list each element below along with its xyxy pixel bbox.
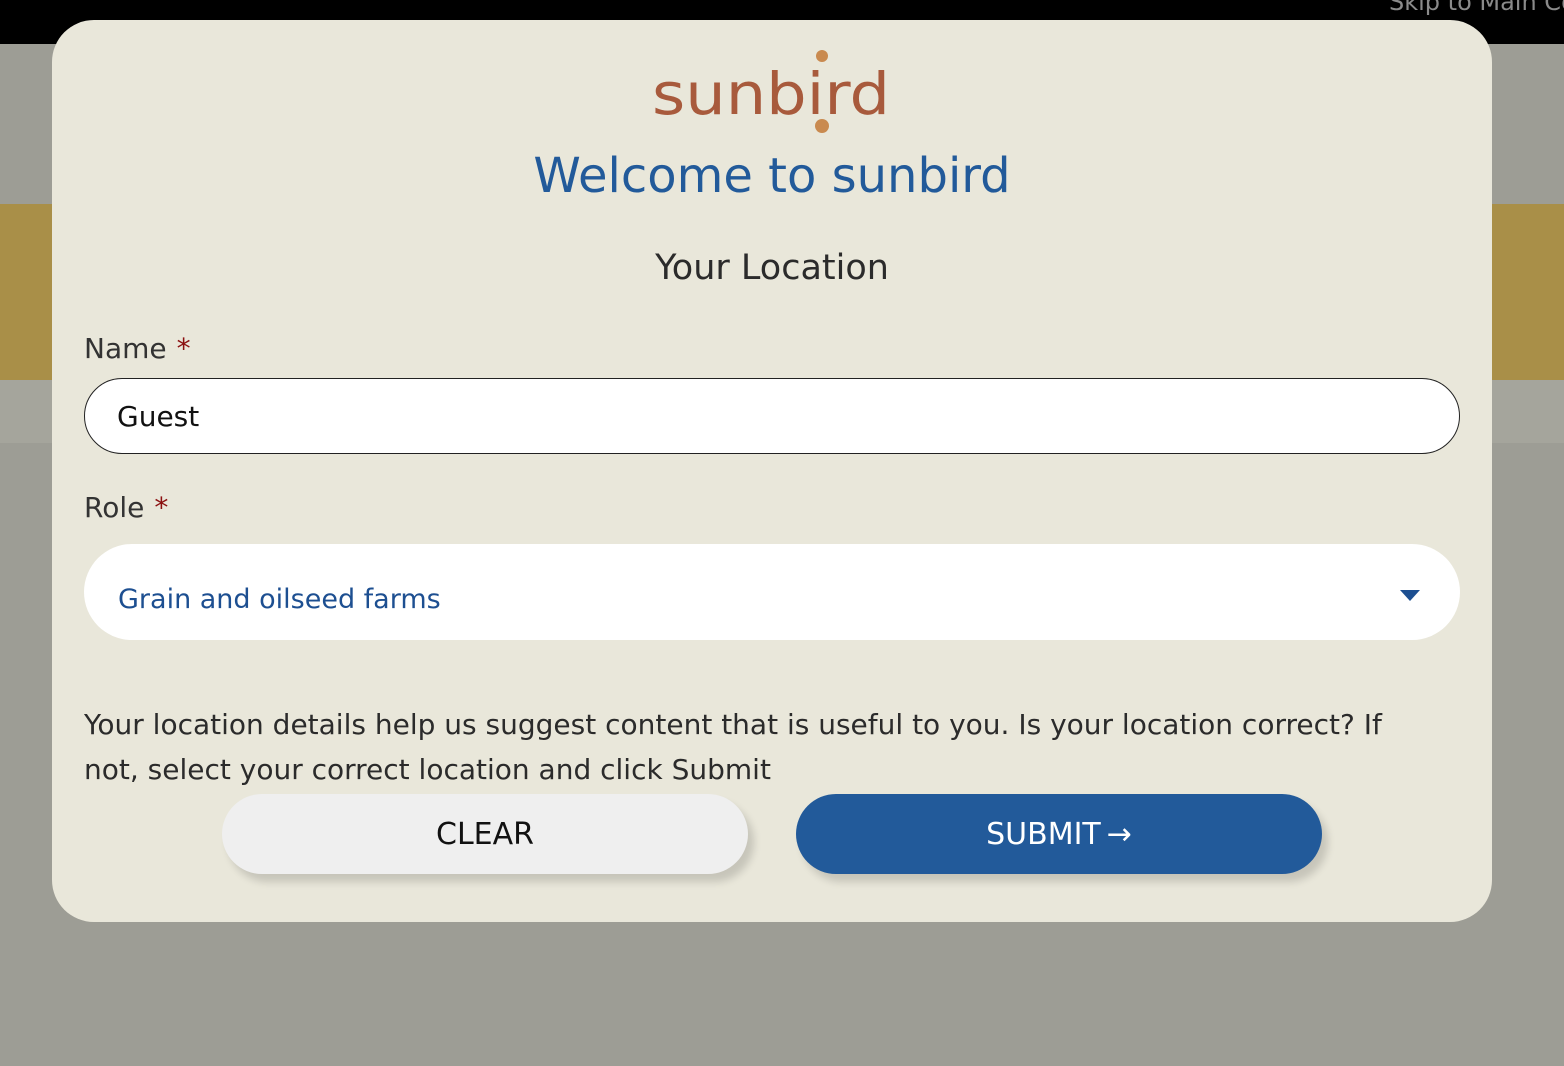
role-label: Role *: [84, 491, 168, 524]
clear-button[interactable]: CLEAR: [222, 794, 748, 874]
submit-button-label: SUBMIT: [986, 816, 1101, 852]
logo-dot-bottom: [815, 119, 829, 133]
location-modal: sunbird Welcome to sunbird Your Location…: [52, 20, 1492, 922]
arrow-right-icon: →: [1106, 816, 1132, 852]
role-label-text: Role: [84, 491, 145, 524]
sunbird-logo: sunbird: [652, 50, 890, 133]
skip-to-main-content-link[interactable]: Skip to Main Co: [1389, 0, 1564, 16]
location-info-text: Your location details help us suggest co…: [84, 708, 1382, 786]
name-input[interactable]: [84, 378, 1460, 454]
welcome-title: Welcome to sunbird: [533, 148, 1011, 204]
location-heading: Your Location: [655, 248, 889, 288]
role-selected-value: Grain and oilseed farms: [118, 584, 441, 615]
submit-button[interactable]: SUBMIT →: [796, 794, 1322, 874]
name-label-text: Name: [84, 332, 167, 365]
required-marker: *: [154, 491, 169, 524]
logo-dot-top: [816, 50, 828, 62]
name-label: Name *: [84, 332, 191, 365]
required-marker: *: [176, 332, 191, 365]
role-select[interactable]: Grain and oilseed farms: [84, 544, 1460, 640]
logo-text: sunbird: [652, 60, 890, 128]
clear-button-label: CLEAR: [436, 816, 534, 852]
chevron-down-icon: [1400, 590, 1420, 601]
